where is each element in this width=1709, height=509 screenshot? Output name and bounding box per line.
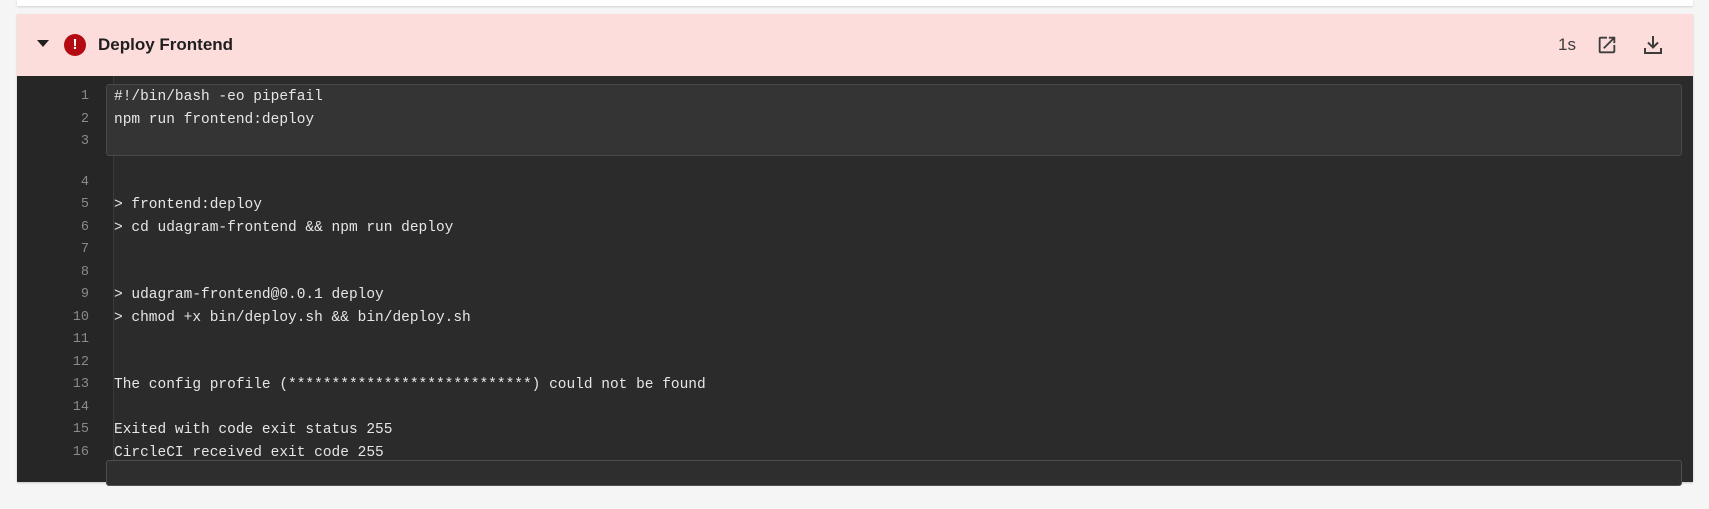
open-in-new-button[interactable] [1593,31,1621,59]
line-number: 8 [80,264,89,280]
output-line: 14 [17,397,1693,420]
output-line: 15 Exited with code exit status 255 [17,419,1693,442]
line-number: 9 [80,287,89,302]
download-icon [1644,36,1662,54]
line-number: 11 [72,332,89,347]
line-text: #!/bin/bash -eo pipefail [114,89,323,105]
caret-down-icon[interactable] [37,40,49,47]
step-deploy-frontend: ! Deploy Frontend 1s 1 #!/bin/bash -eo pi… [17,14,1693,486]
step-output[interactable]: 1 #!/bin/bash -eo pipefail 2 npm run front… [17,76,1693,486]
line-number: 5 [80,197,89,212]
line-number: 12 [72,354,89,370]
line-text: > chmod +x bin/deploy.sh && bin/deploy.s… [114,309,471,326]
line-text: The config profile (********************… [114,377,706,393]
output-line: 3 [17,131,1693,154]
line-number: 6 [80,219,89,235]
output-line: 2 npm run frontend:deploy [17,109,1693,132]
output-line: 12 [17,352,1693,375]
step-title: Deploy Frontend [98,35,234,54]
previous-step-card [17,0,1693,6]
output-line: 13 The config profile (******************… [17,374,1693,397]
line-number: 16 [72,444,89,460]
line-text: > frontend:deploy [114,197,262,213]
line-text: CircleCI received exit code 255 [114,444,384,461]
step-duration: 1s [1558,35,1576,54]
line-number: 1 [80,89,89,104]
line-number: 7 [80,242,89,257]
line-number: 10 [72,309,89,325]
line-number: 15 [72,422,89,437]
output-line: 6 > cd udagram-frontend && npm run deploy [17,217,1693,240]
download-button[interactable] [1639,31,1667,59]
output-line: 8 [17,262,1693,285]
error-circle-icon: ! [64,34,86,56]
output-line: 7 [17,239,1693,262]
output-line: 11 [17,329,1693,352]
output-line: 9 > udagram-frontend@0.0.1 deploy [17,284,1693,307]
line-number: 2 [80,111,89,127]
step-header[interactable]: ! Deploy Frontend 1s [17,14,1693,76]
line-text: > udagram-frontend@0.0.1 deploy [114,287,384,303]
output-line: 4 [17,172,1693,195]
output-line: 10 > chmod +x bin/deploy.sh && bin/deploy… [17,307,1693,330]
line-number: 3 [80,134,89,149]
line-number: 4 [80,174,89,190]
line-number: 14 [72,399,89,415]
output-line: 5 > frontend:deploy [17,194,1693,217]
output-lines: 1 #!/bin/bash -eo pipefail 2 npm run front… [17,86,1693,464]
open-in-new-icon [1598,36,1616,54]
line-number: 13 [72,377,89,392]
output-line: 1 #!/bin/bash -eo pipefail [17,86,1693,109]
line-text: npm run frontend:deploy [114,111,315,128]
line-text: > cd udagram-frontend && npm run deploy [114,219,454,236]
output-line: 16 CircleCI received exit code 255 [17,442,1693,465]
line-text: Exited with code exit status 255 [114,422,393,438]
